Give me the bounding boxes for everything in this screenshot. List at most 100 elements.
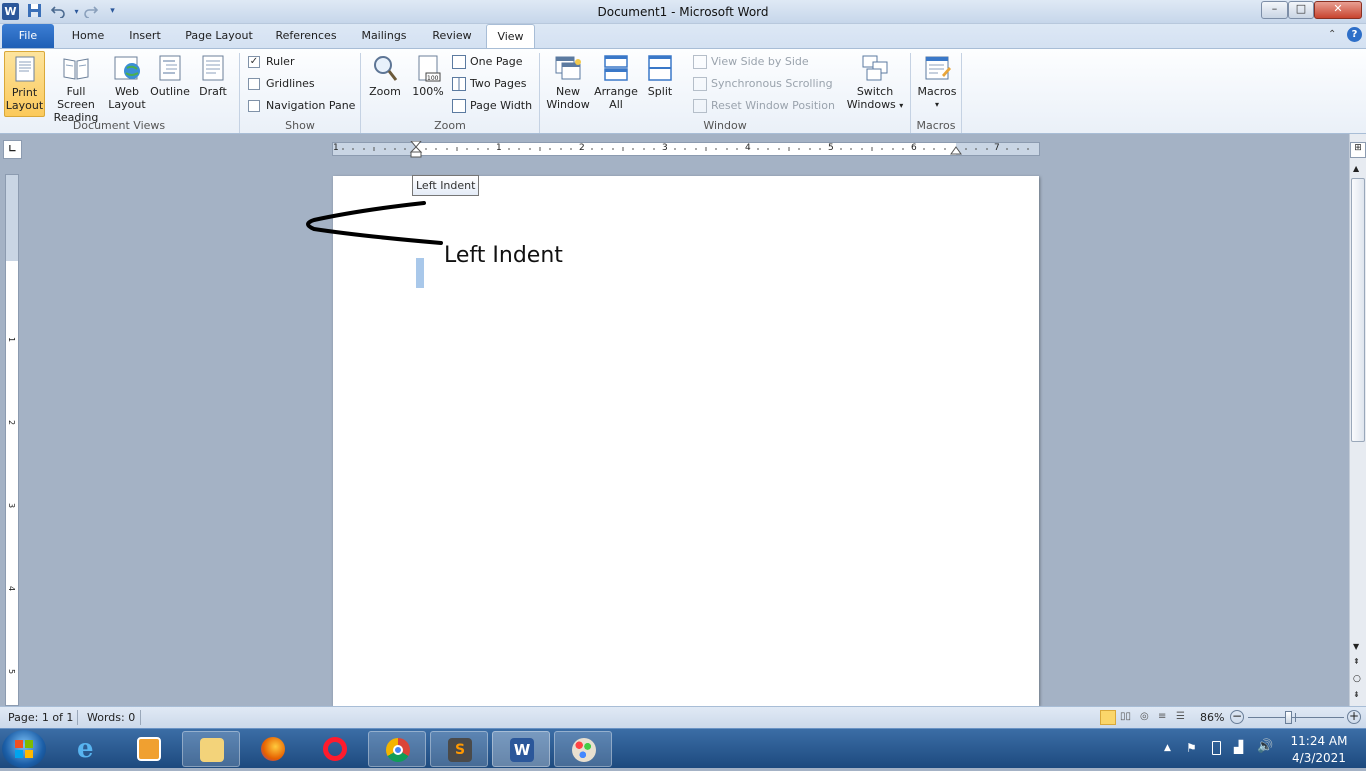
- taskbar-firefox[interactable]: [244, 731, 302, 767]
- switch-windows-button[interactable]: Switch Windows ▾: [844, 51, 906, 117]
- tab-review[interactable]: Review: [424, 24, 480, 48]
- document-text[interactable]: Left Indent: [444, 243, 563, 268]
- view-side-by-side-label: View Side by Side: [711, 55, 809, 68]
- word-count[interactable]: Words: 0: [87, 711, 135, 724]
- right-indent-marker[interactable]: [950, 146, 962, 156]
- scroll-down-icon[interactable]: ▼: [1353, 642, 1359, 651]
- status-bar: Page: 1 of 1 Words: 0 ▯▯ ◎ ≡ ☰ 86% − +: [0, 706, 1366, 728]
- magnifier-icon: [370, 53, 400, 83]
- maximize-button[interactable]: □: [1288, 1, 1314, 19]
- zoom-slider-track[interactable]: [1248, 717, 1344, 718]
- zoom-out-icon[interactable]: −: [1230, 710, 1244, 724]
- taskbar-internet-explorer[interactable]: e: [60, 731, 118, 767]
- page-count[interactable]: Page: 1 of 1: [8, 711, 73, 724]
- ruler-checkbox-box[interactable]: ✓: [248, 56, 260, 68]
- close-button[interactable]: ✕: [1314, 1, 1362, 19]
- action-center-flag-icon[interactable]: ⚑: [1186, 741, 1197, 755]
- arrange-all-label-2: All: [609, 98, 623, 111]
- taskbar-media-player[interactable]: [120, 731, 178, 767]
- annotation-arrow-drawing: [306, 201, 443, 245]
- zoom-in-icon[interactable]: +: [1347, 710, 1361, 724]
- scroll-up-icon[interactable]: ▲: [1353, 164, 1359, 173]
- taskbar-file-explorer[interactable]: [182, 731, 240, 767]
- clock-date[interactable]: 4/3/2021: [1284, 751, 1354, 765]
- print-layout-view-icon[interactable]: [1100, 710, 1116, 725]
- minimize-button[interactable]: –: [1261, 1, 1288, 19]
- collapse-ribbon-icon[interactable]: ⌃: [1328, 29, 1336, 40]
- scroll-thumb[interactable]: [1351, 178, 1365, 442]
- draft-view-icon[interactable]: ☰: [1176, 711, 1185, 722]
- page-width-button[interactable]: Page Width: [452, 96, 532, 116]
- zoom-100-icon: 100: [413, 53, 443, 83]
- switch-windows-label-2-text: Windows: [846, 98, 896, 111]
- outline-view-icon[interactable]: ≡: [1158, 711, 1166, 722]
- ruler-number: 6: [911, 143, 917, 153]
- taskbar-paint[interactable]: [554, 731, 612, 767]
- synchronous-scrolling-button[interactable]: Synchronous Scrolling: [693, 74, 833, 94]
- draft-button[interactable]: Draft: [193, 51, 233, 117]
- vertical-scrollbar[interactable]: ⊞ ▲ ▼ ⇞ ○ ⇟: [1349, 134, 1366, 706]
- previous-page-icon[interactable]: ⇞: [1353, 657, 1360, 666]
- left-indent-marker[interactable]: [409, 141, 423, 158]
- zoom-button[interactable]: Zoom: [366, 51, 404, 117]
- navigation-pane-checkbox[interactable]: Navigation Pane: [248, 96, 355, 116]
- new-window-label-2: Window: [546, 98, 590, 111]
- ribbon-tab-bar: File Home Insert Page Layout References …: [0, 24, 1366, 49]
- tab-page-layout[interactable]: Page Layout: [180, 24, 258, 48]
- web-layout-button[interactable]: Web Layout: [107, 51, 147, 117]
- clock-time[interactable]: 11:24 AM: [1284, 734, 1354, 748]
- volume-icon[interactable]: 🔊: [1257, 739, 1273, 754]
- zoom-slider-center-mark: [1295, 713, 1296, 722]
- zoom-100-button[interactable]: 100 100%: [408, 51, 448, 117]
- taskbar-chrome[interactable]: [368, 731, 426, 767]
- macros-button[interactable]: Macros ▾: [915, 51, 959, 117]
- print-layout-button[interactable]: Print Layout: [4, 51, 45, 117]
- tab-selector-icon[interactable]: ∟: [3, 140, 22, 159]
- gridlines-checkbox[interactable]: Gridlines: [248, 74, 315, 94]
- next-page-icon[interactable]: ⇟: [1353, 690, 1360, 699]
- full-screen-reading-button[interactable]: Full Screen Reading: [47, 51, 105, 124]
- view-side-by-side-button[interactable]: View Side by Side: [693, 52, 809, 72]
- zoom-100-label: 100%: [412, 85, 444, 98]
- show-hidden-icons-icon[interactable]: ▲: [1164, 743, 1171, 753]
- one-page-button[interactable]: One Page: [452, 52, 523, 72]
- gridlines-checkbox-box[interactable]: [248, 78, 260, 90]
- reset-window-position-button[interactable]: Reset Window Position: [693, 96, 835, 116]
- tab-references[interactable]: References: [268, 24, 344, 48]
- navigation-pane-label: Navigation Pane: [266, 99, 356, 112]
- firefox-icon: [261, 737, 285, 761]
- tab-view[interactable]: View: [486, 24, 535, 49]
- view-ruler-toggle-icon[interactable]: ⊞: [1350, 142, 1366, 158]
- split-button[interactable]: Split: [641, 51, 679, 117]
- taskbar-word[interactable]: W: [492, 731, 550, 767]
- vertical-ruler[interactable]: 1 2 3 4 5: [5, 174, 19, 706]
- zoom-level[interactable]: 86%: [1200, 711, 1224, 724]
- outline-button[interactable]: Outline: [149, 51, 191, 117]
- tab-home[interactable]: Home: [62, 24, 114, 48]
- start-button[interactable]: [2, 730, 46, 768]
- ruler-checkbox[interactable]: ✓ Ruler: [248, 52, 294, 72]
- taskbar-opera[interactable]: [306, 731, 364, 767]
- web-layout-view-icon[interactable]: ◎: [1140, 711, 1149, 722]
- tab-insert[interactable]: Insert: [120, 24, 170, 48]
- battery-icon[interactable]: [1212, 741, 1221, 755]
- macros-label: Macros: [917, 85, 957, 98]
- network-icon[interactable]: ▟: [1234, 740, 1243, 754]
- horizontal-ruler[interactable]: 1 1 2 3 4 5 6 7: [332, 141, 1040, 158]
- full-screen-reading-icon: [61, 53, 91, 83]
- arrange-all-button[interactable]: Arrange All: [594, 51, 638, 117]
- zoom-slider-thumb[interactable]: [1284, 711, 1292, 724]
- select-browse-object-icon[interactable]: ○: [1353, 674, 1361, 684]
- tab-mailings[interactable]: Mailings: [352, 24, 416, 48]
- tab-file[interactable]: File: [2, 24, 54, 48]
- window-title: Document1 - Microsoft Word: [597, 5, 769, 19]
- two-pages-button[interactable]: Two Pages: [452, 74, 526, 94]
- taskbar-sublime-text[interactable]: S: [430, 731, 488, 767]
- full-screen-view-icon[interactable]: ▯▯: [1120, 711, 1131, 722]
- document-page[interactable]: [333, 176, 1039, 706]
- help-icon[interactable]: ?: [1347, 27, 1362, 42]
- ruler-top-margin: [6, 175, 18, 261]
- new-window-button[interactable]: New Window: [544, 51, 592, 117]
- navigation-pane-checkbox-box[interactable]: [248, 100, 260, 112]
- paint-icon: [572, 738, 596, 762]
